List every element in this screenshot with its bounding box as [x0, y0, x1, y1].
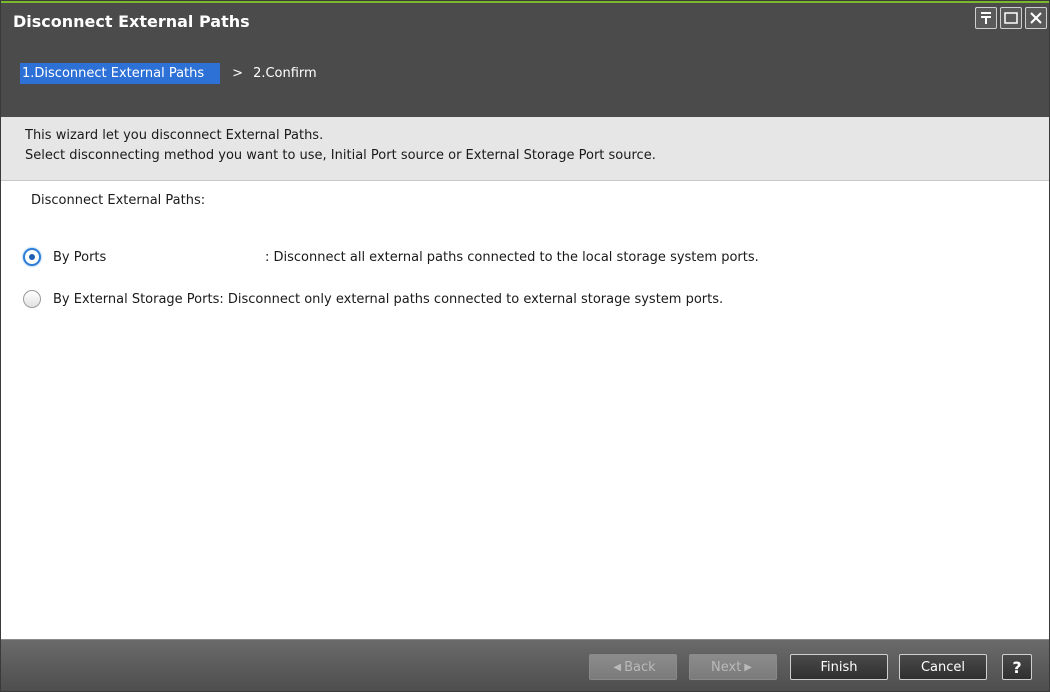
- section-label: Disconnect External Paths:: [31, 193, 206, 208]
- window-controls: [975, 7, 1047, 29]
- finish-button[interactable]: Finish: [790, 654, 888, 680]
- description-line-2: Select disconnecting method you want to …: [25, 148, 656, 163]
- main-content: Disconnect External Paths: By Ports : Di…: [1, 181, 1049, 639]
- option-by-ports[interactable]: By Ports : Disconnect all external paths…: [23, 245, 759, 269]
- help-button[interactable]: ?: [1002, 654, 1032, 680]
- option-label-by-ports: By Ports: [53, 249, 107, 265]
- title-bar: Disconnect External Paths: [1, 1, 1049, 51]
- option-by-external-storage-ports[interactable]: By External Storage Ports : Disconnect o…: [23, 287, 723, 311]
- option-description-by-external-storage-ports: : Disconnect only external paths connect…: [219, 291, 724, 307]
- wizard-steps-bar: 1.Disconnect External Paths > 2.Confirm: [1, 51, 1049, 117]
- step-disconnect-external-paths[interactable]: 1.Disconnect External Paths: [20, 63, 221, 84]
- maximize-icon[interactable]: [1000, 7, 1022, 29]
- step-confirm[interactable]: 2.Confirm: [253, 66, 317, 81]
- footer-bar: ◀ Back Next ▶ Finish Cancel ?: [1, 639, 1049, 691]
- wizard-description: This wizard let you disconnect External …: [1, 117, 1049, 181]
- next-button[interactable]: Next ▶: [689, 654, 777, 680]
- wizard-window: Disconnect External Paths 1.Disconnect E…: [0, 0, 1050, 692]
- option-description-by-ports: : Disconnect all external paths connecte…: [265, 249, 759, 265]
- back-button-label: Back: [624, 659, 656, 675]
- back-button[interactable]: ◀ Back: [589, 654, 677, 680]
- wizard-steps: 1.Disconnect External Paths > 2.Confirm: [20, 63, 317, 84]
- chevron-right-icon: ▶: [744, 661, 752, 673]
- close-icon[interactable]: [1025, 7, 1047, 29]
- pin-icon[interactable]: [975, 7, 997, 29]
- cancel-button[interactable]: Cancel: [899, 654, 987, 680]
- radio-by-external-storage-ports[interactable]: [23, 290, 41, 308]
- next-button-label: Next: [711, 659, 742, 675]
- radio-by-ports[interactable]: [23, 248, 41, 266]
- step-separator: >: [232, 66, 244, 81]
- description-line-1: This wizard let you disconnect External …: [25, 128, 324, 143]
- chevron-left-icon: ◀: [613, 661, 622, 673]
- option-label-by-external-storage-ports: By External Storage Ports: [53, 291, 220, 307]
- window-title: Disconnect External Paths: [13, 12, 250, 31]
